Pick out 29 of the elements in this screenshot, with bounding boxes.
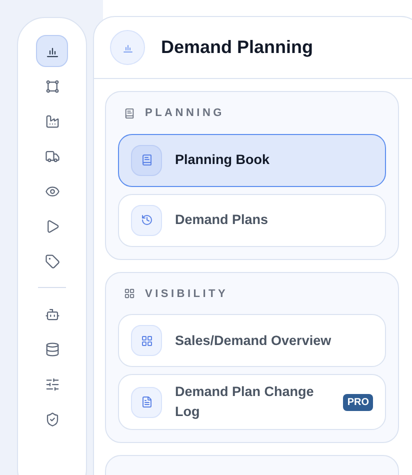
menu-item[interactable]: Demand Plan Change Log PRO [118,374,386,430]
book-icon [124,108,135,119]
tag-icon [44,254,60,268]
menu-item[interactable]: Demand Plans [118,194,386,246]
factory-icon [44,114,60,128]
item-label: Demand Plan Change Log [175,383,315,421]
item-label: Planning Book [175,151,270,169]
section-heading: VISIBILITY [145,286,228,302]
shield-check-icon [44,412,60,426]
play-icon [44,218,60,234]
section-heading: PLANNING [145,106,224,121]
grid-icon [140,334,152,346]
book-icon [140,154,152,166]
database-icon [44,342,60,356]
grid-icon [124,288,135,300]
truck-icon [44,148,60,164]
sliders-icon [44,376,60,392]
pro-badge: PRO [343,394,373,410]
history-icon [140,214,152,226]
sidebar-nav-button[interactable] [36,35,68,67]
document-icon [140,396,152,408]
robot-icon [44,306,60,322]
panel-title: Demand Planning [161,36,314,59]
item-label: Demand Plans [175,211,270,229]
menu-item[interactable]: Sales/Demand Overview [118,314,386,367]
eye-icon [44,184,60,198]
square-nodes-icon [44,78,60,94]
menu-item[interactable]: Planning Book [118,134,386,186]
item-label: Sales/Demand Overview [175,332,332,350]
